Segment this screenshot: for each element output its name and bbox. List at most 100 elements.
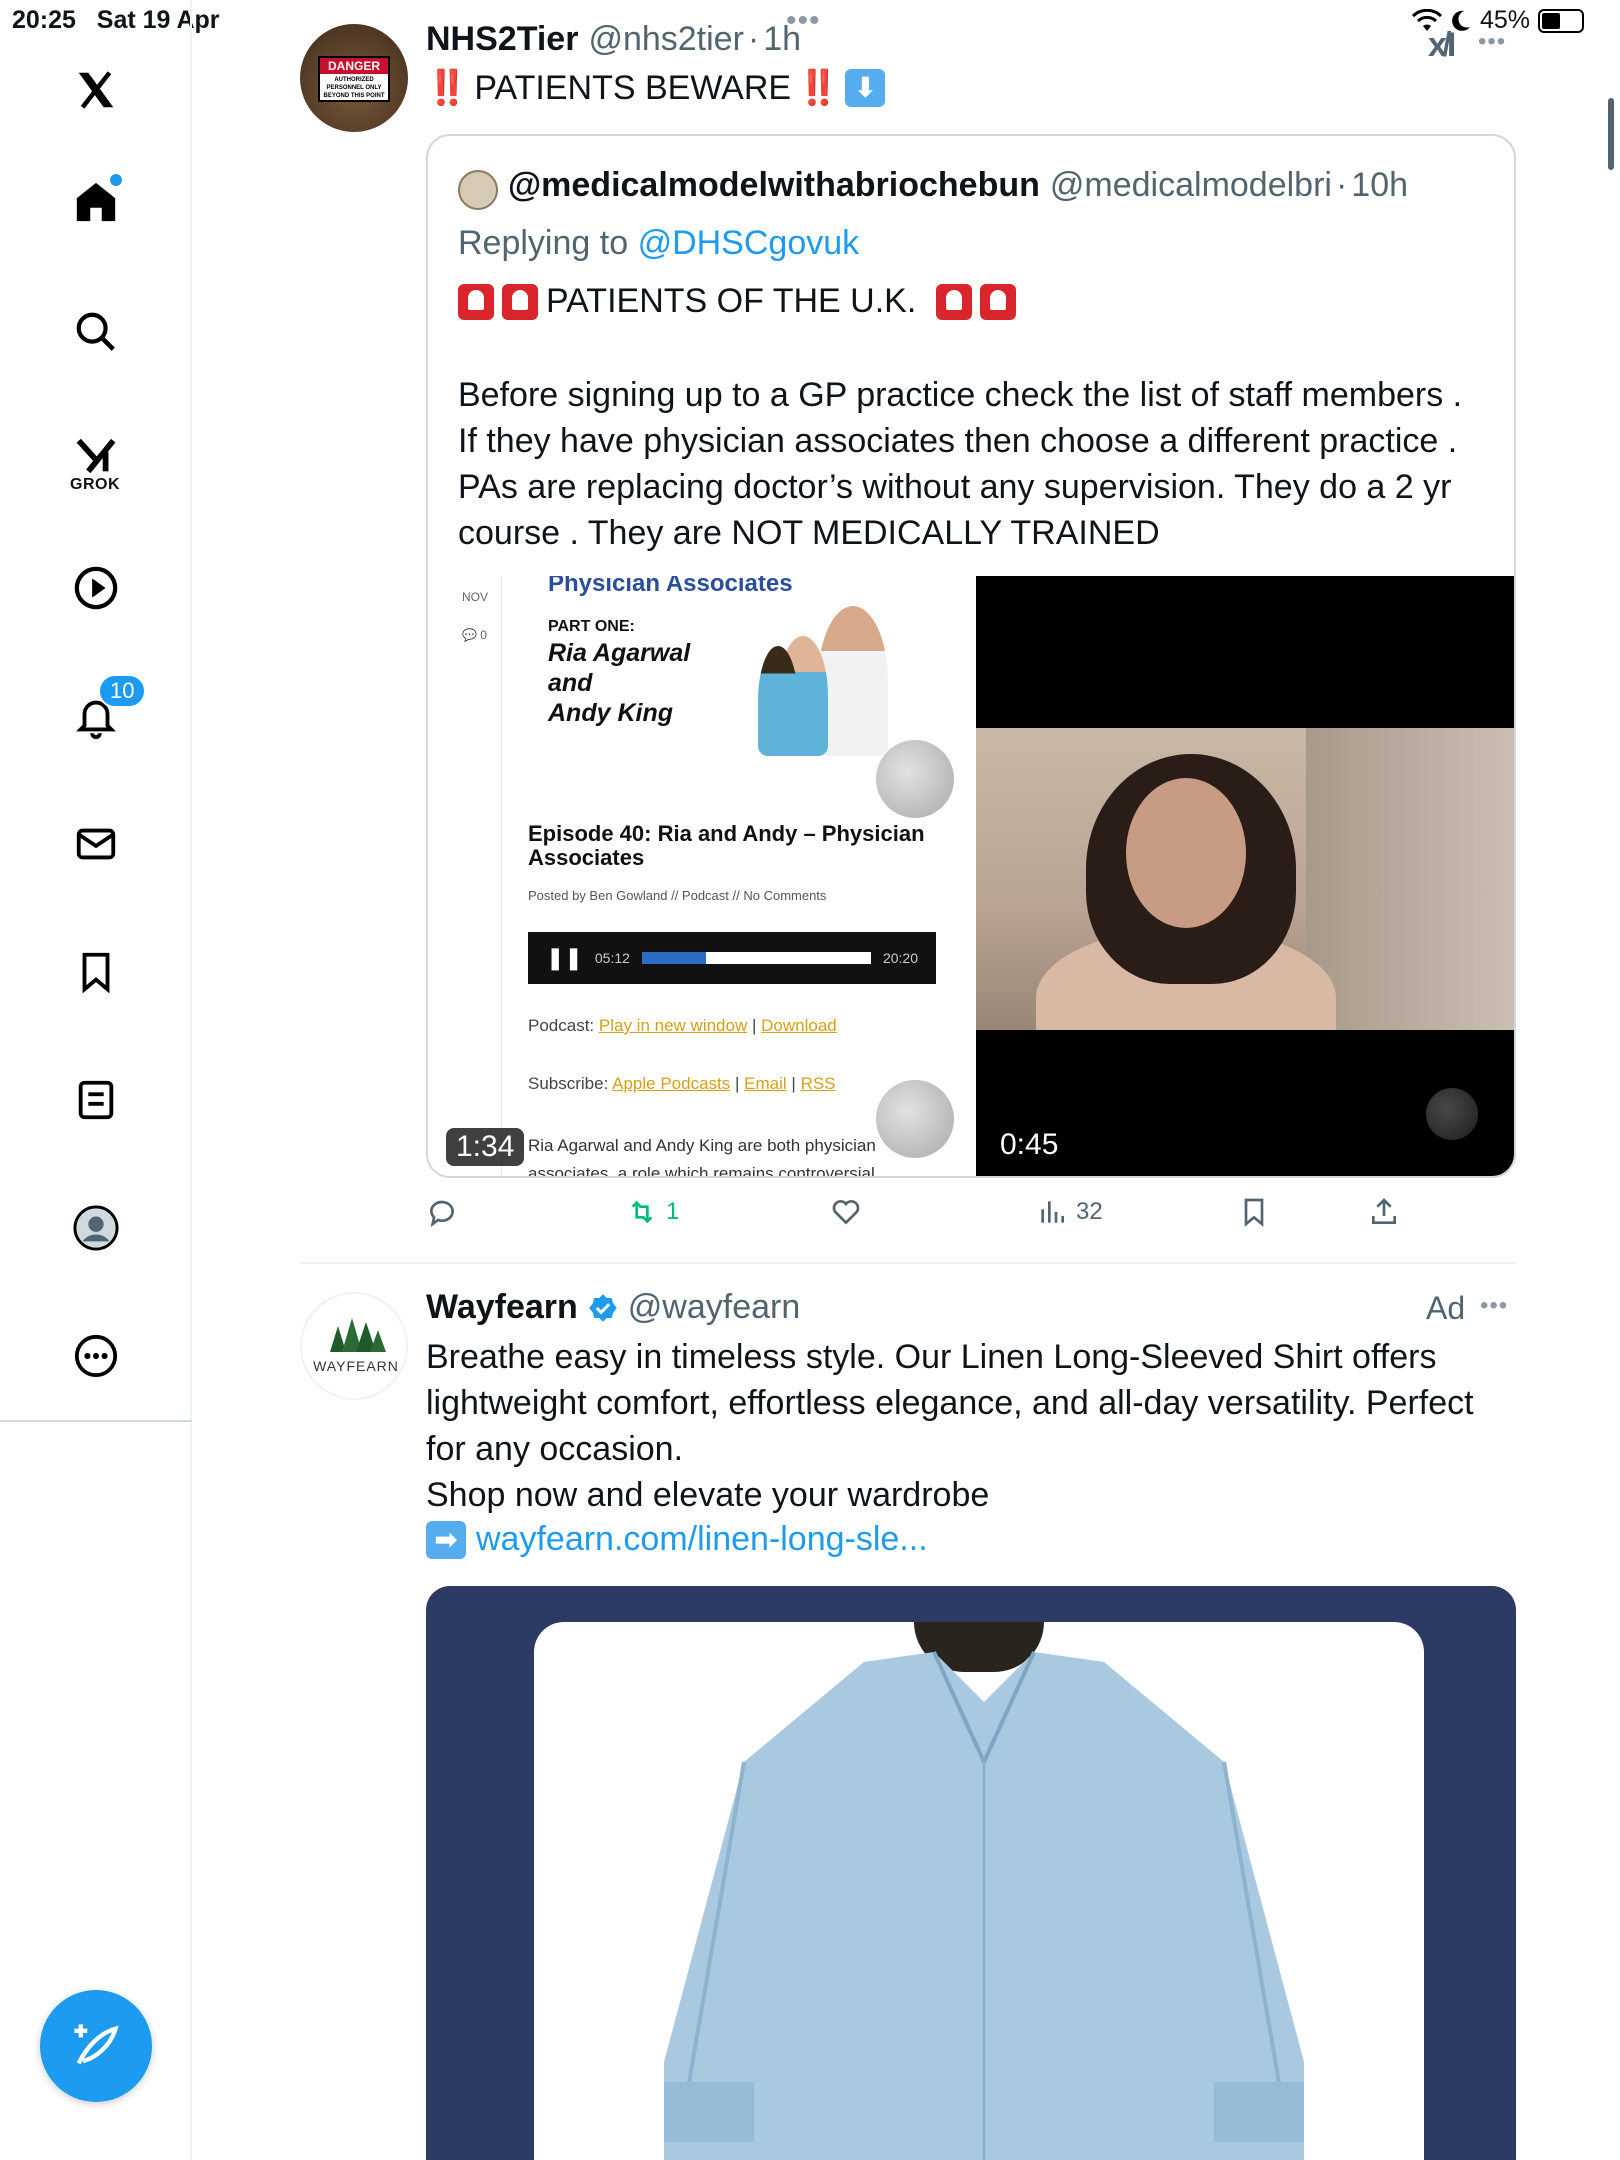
double-exclamation-icon: ‼️ xyxy=(426,69,469,107)
quoted-author-handle[interactable]: @medicalmodelbri xyxy=(1050,166,1332,205)
player-progress xyxy=(641,952,707,964)
ad-product-card xyxy=(534,1622,1424,2160)
blog-names: Ria Agarwal and Andy King xyxy=(548,639,691,727)
tweet1-text-content: PATIENTS BEWARE xyxy=(474,68,792,107)
tweet2-more-icon[interactable]: ••• xyxy=(1480,1292,1508,1320)
media-video-left[interactable]: NOV 💬 0 Physician Associates PART ONE: R… xyxy=(428,576,968,1176)
danger-sign-image: DANGER AUTHORIZED PERSONNEL ONLY BEYOND … xyxy=(318,56,390,102)
player-elapsed: 05:12 xyxy=(594,950,630,966)
avatar-wayfearn[interactable]: WAYFEARN xyxy=(300,1292,408,1400)
quoted-tweet[interactable]: @medicalmodelwithabriochebun @medicalmod… xyxy=(426,134,1516,1178)
retweet-count: 1 xyxy=(666,1198,680,1225)
quoted-body-line: If they have physician associates then c… xyxy=(458,422,1458,460)
sidebar: GROK 10 xyxy=(0,0,192,2160)
share-icon xyxy=(1372,1198,1396,1224)
doctors-image xyxy=(758,576,898,756)
more-icon[interactable] xyxy=(66,1326,126,1386)
home-unread-dot xyxy=(110,174,122,186)
scrollbar[interactable] xyxy=(1608,98,1614,170)
reply-icon xyxy=(430,1200,454,1228)
tweet1-author-name[interactable]: NHS2Tier xyxy=(426,20,578,59)
video-overlay-circle xyxy=(876,740,954,818)
home-icon[interactable] xyxy=(66,172,126,232)
quoted-body-line: Before signing up to a GP practice check… xyxy=(458,376,1463,414)
tweet2-author-name[interactable]: Wayfearn xyxy=(426,1288,578,1327)
double-exclamation-icon: ‼️ xyxy=(797,69,840,107)
tweet1-time[interactable]: 1h xyxy=(763,20,801,59)
tweet1-header: NHS2Tier @nhs2tier · 1h xyxy=(426,20,801,59)
notifications-icon[interactable]: 10 xyxy=(66,674,147,746)
trees-logo-icon xyxy=(330,1318,386,1352)
bookmarks-icon[interactable] xyxy=(66,942,126,1002)
tweet-divider xyxy=(300,1262,1516,1264)
quoted-author-name[interactable]: @medicalmodelwithabriochebun xyxy=(508,166,1040,205)
blog-subscribe-line: Subscribe: Apple Podcasts | Email | RSS xyxy=(528,1074,836,1093)
compose-button[interactable] xyxy=(40,1990,152,2102)
player-track xyxy=(641,952,871,964)
tweet1-more-icon[interactable]: ••• xyxy=(1478,28,1506,56)
blog-podcast-line: Podcast: Play in new window | Download xyxy=(528,1016,837,1035)
tweet2-body-line: Breathe easy in timeless style. Our Line… xyxy=(426,1338,1437,1376)
siren-icon xyxy=(458,283,494,320)
avatar-wordmark: WAYFEARN xyxy=(313,1358,399,1374)
siren-icon xyxy=(936,283,973,320)
video-duration-right: 0:45 xyxy=(1000,1128,1059,1161)
replying-to: Replying to @DHSCgovuk xyxy=(458,224,859,263)
media-video-right[interactable]: 0:45 xyxy=(976,576,1514,1176)
quoted-headline-text: PATIENTS OF THE U.K. xyxy=(546,282,917,320)
tweet1-action-bar: 1 32 xyxy=(426,1196,1516,1236)
right-arrow-icon: ➡ xyxy=(426,1520,466,1559)
quoted-headline: PATIENTS OF THE U.K. xyxy=(458,282,1017,321)
views-button[interactable]: 32 xyxy=(1036,1196,1103,1228)
blog-posted-by: Posted by Ben Gowland // Podcast // No C… xyxy=(528,888,827,903)
tweet2-body-line: for any occasion. xyxy=(426,1430,684,1468)
messages-icon[interactable] xyxy=(66,814,126,874)
avatar-nhs2tier[interactable]: DANGER AUTHORIZED PERSONNEL ONLY BEYOND … xyxy=(300,24,408,132)
quoted-avatar[interactable] xyxy=(458,170,498,210)
share-button[interactable] xyxy=(1368,1196,1400,1228)
like-button[interactable] xyxy=(830,1196,870,1228)
tweet1-text: ‼️ PATIENTS BEWARE ‼️ ⬇ xyxy=(426,68,886,108)
profile-icon[interactable] xyxy=(66,1198,126,1258)
quoted-body: Before signing up to a GP practice check… xyxy=(458,372,1498,556)
bookmark-icon xyxy=(1244,1198,1264,1227)
quoted-separator: · xyxy=(1335,166,1348,204)
ad-image[interactable] xyxy=(426,1586,1516,2160)
grok-explain-icon[interactable]: x̸I xyxy=(1428,26,1456,65)
video-overlay-circle xyxy=(1426,1088,1478,1140)
x-logo-icon[interactable] xyxy=(66,60,126,120)
video-overlay-circle xyxy=(876,1080,954,1158)
reply-button[interactable] xyxy=(426,1196,466,1228)
quoted-time: 10h xyxy=(1351,166,1409,204)
blog-title: Physician Associates xyxy=(548,576,793,597)
sidebar-divider xyxy=(0,1420,192,1422)
compose-icon xyxy=(74,2024,119,2065)
retweet-icon xyxy=(631,1200,653,1224)
player-total: 20:20 xyxy=(882,950,918,966)
replying-to-link[interactable]: @DHSCgovuk xyxy=(638,224,860,262)
search-icon[interactable] xyxy=(66,302,126,362)
video-duration-left: 1:34 xyxy=(446,1128,525,1166)
siren-icon xyxy=(502,283,538,320)
tweet2-author-handle[interactable]: @wayfearn xyxy=(628,1288,800,1327)
battery-icon xyxy=(1538,8,1584,33)
down-arrow-icon: ⬇ xyxy=(845,69,886,107)
views-count: 32 xyxy=(1076,1198,1103,1225)
siren-icon xyxy=(980,283,1017,320)
bookmark-button[interactable] xyxy=(1238,1196,1270,1228)
blog-episode-title: Episode 40: Ria and Andy – Physician Ass… xyxy=(528,821,925,870)
blog-margin: NOV 💬 0 xyxy=(428,576,502,1176)
linen-shirt-image xyxy=(664,1651,1304,2160)
video-icon[interactable] xyxy=(66,558,126,618)
grok-label: GROK xyxy=(70,476,120,493)
retweet-button[interactable]: 1 xyxy=(626,1196,679,1228)
tweet2-header: Wayfearn @wayfearn xyxy=(426,1288,800,1327)
blog-month: NOV xyxy=(462,590,489,604)
tweet2-link[interactable]: wayfearn.com/linen-long-sle... xyxy=(476,1520,928,1559)
lists-icon[interactable] xyxy=(66,1070,126,1130)
pause-icon: ❚❚ xyxy=(546,945,583,970)
tweet1-author-handle[interactable]: @nhs2tier xyxy=(588,20,743,59)
video-frame xyxy=(976,728,1514,1030)
ad-label: Ad xyxy=(1426,1290,1466,1326)
podcast-player: ❚❚ 05:12 20:20 xyxy=(528,932,936,984)
